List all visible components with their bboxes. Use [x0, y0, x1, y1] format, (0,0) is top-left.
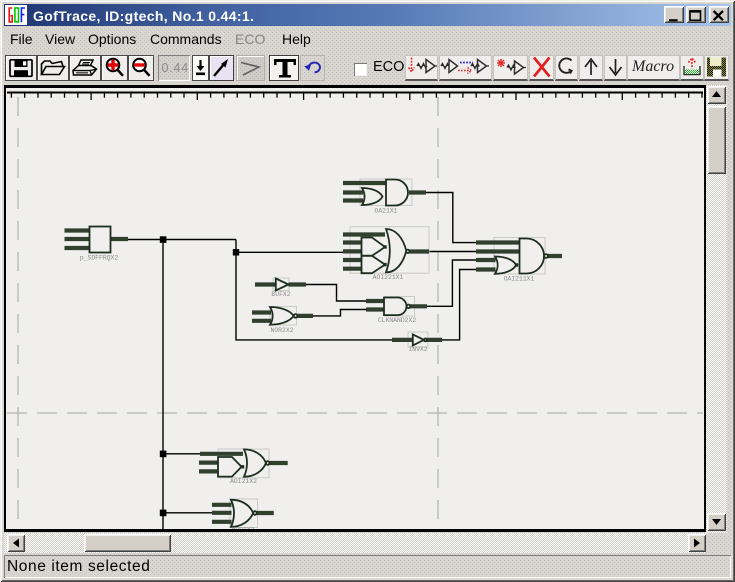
- svg-text:AOI221X1: AOI221X1: [373, 274, 404, 281]
- svg-text:AOI21X2: AOI21X2: [230, 478, 257, 485]
- svg-text:NOR2X2: NOR2X2: [270, 327, 293, 334]
- svg-text:OA21X1: OA21X1: [374, 208, 397, 215]
- svg-text:NOR3X2: NOR3X2: [231, 527, 254, 530]
- svg-text:p_SDFFRQX2: p_SDFFRQX2: [80, 255, 119, 262]
- svg-text:OAI211X1: OAI211X1: [504, 276, 535, 283]
- svg-text:CLKNAND2X2: CLKNAND2X2: [378, 317, 417, 324]
- svg-text:INVX2: INVX2: [408, 346, 427, 353]
- svg-text:BUFX2: BUFX2: [271, 291, 290, 298]
